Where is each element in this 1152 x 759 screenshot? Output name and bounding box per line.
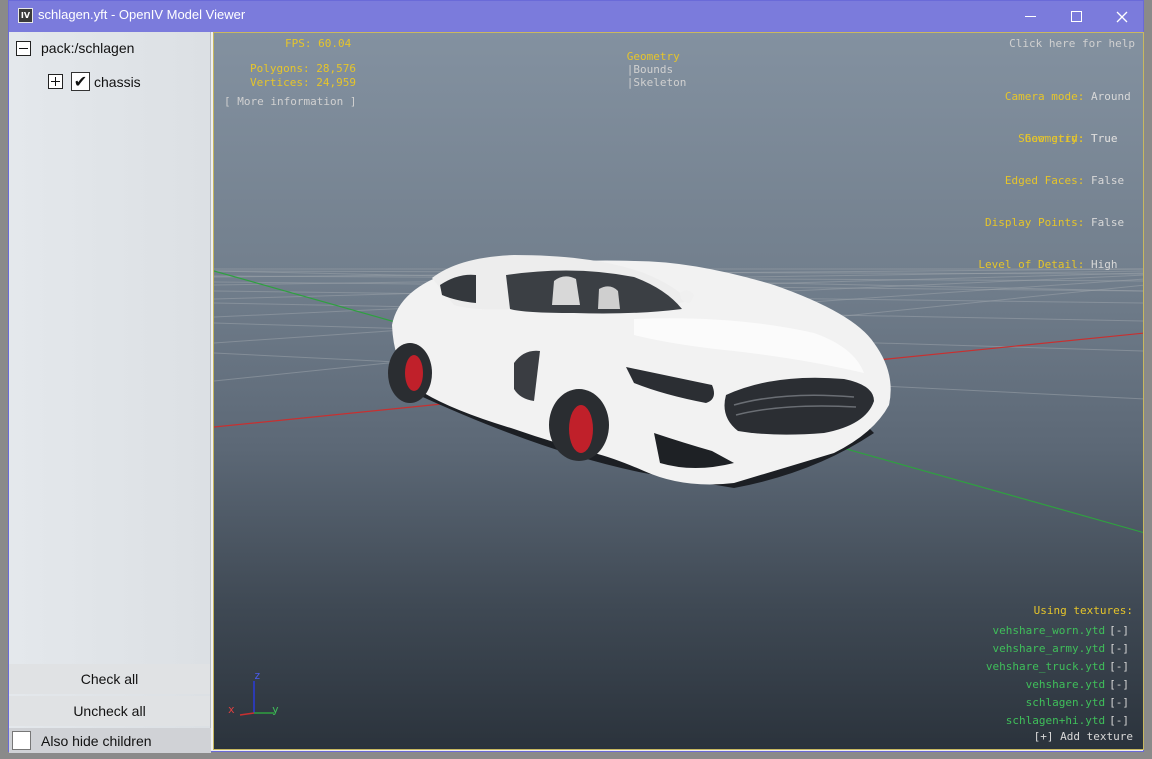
gizmo-x-label-text: x [228, 703, 235, 716]
openiv-app-icon: IV [18, 8, 33, 23]
polygons-readout: Polygons: 28,576 [250, 62, 356, 76]
vertices-readout: Vertices: 24,959 [250, 76, 356, 90]
check-all-button[interactable]: Check all [9, 664, 210, 694]
vertices-value: 24,959 [316, 76, 356, 89]
texture-item: vehshare_army.ytd [-] [986, 640, 1129, 658]
view-mode-tabs: Geometry |Bounds |Skeleton [587, 37, 687, 102]
window-title: schlagen.yft - OpenIV Model Viewer [38, 7, 246, 22]
texture-item: vehshare_worn.ytd [-] [986, 622, 1129, 640]
more-information-link[interactable]: [ More information ] [224, 95, 356, 108]
setting-label: Geometry: [1024, 132, 1085, 145]
textures-title: Using textures: [1033, 604, 1133, 617]
setting-label: Camera mode: [1004, 90, 1085, 103]
polygons-label: Polygons: [250, 62, 310, 75]
texture-item: vehshare_truck.ytd [-] [986, 658, 1129, 676]
add-texture-button[interactable]: [+] Add texture [1034, 730, 1133, 743]
texture-item: schlagen+hi.ytd [-] [986, 712, 1129, 730]
setting-row[interactable]: Geometry: True [978, 132, 1133, 146]
tab-geometry[interactable]: Geometry [627, 50, 680, 63]
tree-root-label: pack:/schlagen [41, 40, 135, 56]
setting-value: Around [1091, 90, 1131, 103]
model-tree-panel: pack:/schlagen ✔ chassis Check all Unche… [9, 32, 211, 753]
setting-value: False [1091, 216, 1125, 229]
texture-name[interactable]: vehshare.ytd [1026, 678, 1105, 691]
setting-value: False [1091, 174, 1125, 187]
also-hide-children-option[interactable]: Also hide children [9, 728, 211, 753]
setting-row[interactable]: Level of Detail: High [978, 258, 1133, 272]
texture-list: vehshare_worn.ytd [-] vehshare_army.ytd [-… [986, 622, 1129, 730]
setting-row[interactable]: Edged Faces: False [978, 174, 1133, 188]
tree-chassis-label: chassis [94, 73, 141, 90]
uncheck-all-button[interactable]: Uncheck all [9, 696, 210, 726]
3d-viewport[interactable]: z y x FPS: 60.04 Polygons: 28,576 Vertic… [213, 32, 1144, 750]
expand-icon[interactable] [48, 74, 63, 89]
tree-item-chassis[interactable]: ✔ chassis [48, 72, 141, 91]
chassis-visibility-checkbox[interactable]: ✔ [71, 72, 90, 91]
remove-texture-button[interactable]: [-] [1109, 660, 1129, 673]
texture-name[interactable]: schlagen.ytd [1026, 696, 1105, 709]
close-icon [1116, 11, 1128, 22]
remove-texture-button[interactable]: [-] [1109, 678, 1129, 691]
model-viewer-window: IV schlagen.yft - OpenIV Model Viewer pa… [8, 0, 1144, 753]
maximize-button[interactable] [1053, 1, 1099, 32]
gizmo-z-label-text: z [254, 669, 261, 682]
setting-row[interactable]: Display Points: False [978, 216, 1133, 230]
texture-name[interactable]: schlagen+hi.ytd [1006, 714, 1105, 727]
fps-label: FPS: [285, 37, 312, 50]
remove-texture-button[interactable]: [-] [1109, 624, 1129, 637]
setting-label: Level of Detail: [978, 258, 1085, 271]
minimize-icon [1024, 16, 1036, 17]
setting-value: High [1091, 258, 1118, 271]
texture-name[interactable]: vehshare_army.ytd [993, 642, 1106, 655]
minimize-button[interactable] [1007, 1, 1053, 32]
close-button[interactable] [1099, 1, 1145, 32]
vertices-label: Vertices: [250, 76, 310, 89]
gizmo-y-label-text: y [272, 703, 279, 716]
axis-gizmo [239, 681, 274, 716]
setting-label: Edged Faces: [1004, 174, 1085, 187]
tree-item-root[interactable]: pack:/schlagen [16, 40, 134, 56]
tab-skeleton[interactable]: Skeleton [633, 76, 686, 89]
maximize-icon [1070, 11, 1082, 22]
setting-value: True [1091, 132, 1118, 145]
also-hide-children-label: Also hide children [41, 732, 152, 749]
checkmark-icon: ✔ [73, 71, 88, 91]
polygons-value: 28,576 [316, 62, 356, 75]
title-bar[interactable]: IV schlagen.yft - OpenIV Model Viewer [9, 1, 1143, 32]
collapse-icon[interactable] [16, 40, 31, 56]
remove-texture-button[interactable]: [-] [1109, 714, 1129, 727]
remove-texture-button[interactable]: [-] [1109, 642, 1129, 655]
texture-name[interactable]: vehshare_worn.ytd [993, 624, 1106, 637]
render-settings: Geometry: True Edged Faces: False Displa… [978, 104, 1133, 300]
texture-name[interactable]: vehshare_truck.ytd [986, 660, 1105, 673]
remove-texture-button[interactable]: [-] [1109, 696, 1129, 709]
fps-readout: FPS: 60.04 [285, 37, 351, 51]
tab-bounds[interactable]: Bounds [633, 63, 673, 76]
also-hide-children-checkbox[interactable] [12, 731, 31, 750]
help-link[interactable]: Click here for help [1009, 37, 1135, 50]
setting-row[interactable]: Camera mode: Around [1005, 90, 1133, 104]
texture-item: vehshare.ytd [-] [986, 676, 1129, 694]
setting-label: Display Points: [985, 216, 1085, 229]
texture-item: schlagen.ytd [-] [986, 694, 1129, 712]
fps-value: 60.04 [318, 37, 352, 50]
